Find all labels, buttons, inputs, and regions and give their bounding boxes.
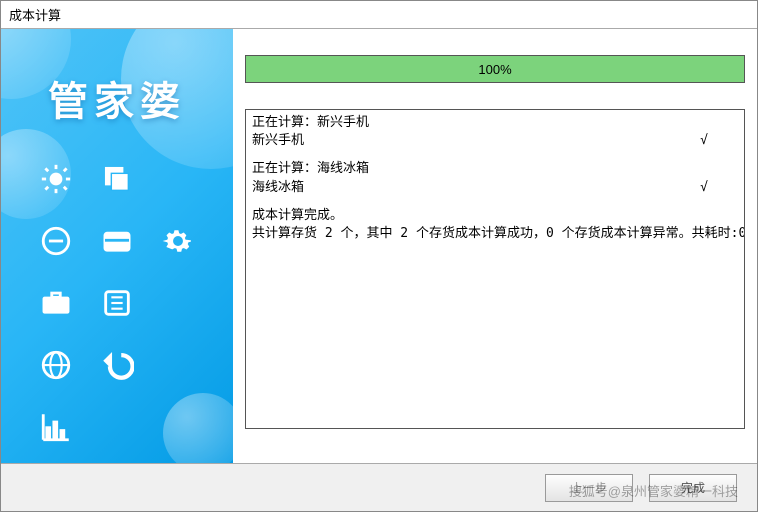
- window-title: 成本计算: [1, 1, 757, 28]
- log-line: 正在计算：海线冰箱: [252, 160, 738, 178]
- minus-icon: [36, 221, 76, 261]
- log-line: 正在计算：新兴手机: [252, 114, 738, 132]
- blank5-icon: [158, 407, 198, 447]
- log-text: 新兴手机: [252, 132, 304, 150]
- stack-icon: [97, 159, 137, 199]
- blank2-icon: [158, 283, 198, 323]
- blank4-icon: [97, 407, 137, 447]
- sidebar: 管家婆: [1, 29, 233, 463]
- sidebar-icon-grid: [31, 159, 203, 463]
- cost-calc-window: 成本计算 管家婆: [0, 0, 758, 512]
- log-text: 正在计算：新兴手机: [252, 114, 369, 132]
- log-line: 成本计算完成。: [252, 207, 738, 225]
- barchart-icon: [36, 407, 76, 447]
- progress-label: 100%: [246, 56, 744, 82]
- progress-bar-container: 100%: [245, 55, 745, 83]
- done-button[interactable]: 完成: [649, 474, 737, 502]
- log-text: 成本计算完成。: [252, 207, 343, 225]
- window-body: 管家婆: [1, 28, 757, 463]
- app-name: 管家婆: [1, 69, 233, 127]
- check-icon: √: [700, 179, 738, 197]
- log-text: 海线冰箱: [252, 179, 304, 197]
- main-panel: 100% 正在计算：新兴手机新兴手机 √ 正在计算：海线冰箱海线冰箱 √ 成本计算完成。…: [233, 29, 757, 463]
- book-icon: [97, 283, 137, 323]
- prev-button[interactable]: 上一步: [545, 474, 633, 502]
- log-output: 正在计算：新兴手机新兴手机 √ 正在计算：海线冰箱海线冰箱 √ 成本计算完成。共计算存货…: [245, 109, 745, 429]
- log-line: 海线冰箱 √: [252, 179, 738, 197]
- globe-icon: [36, 345, 76, 385]
- log-text: 正在计算：海线冰箱: [252, 160, 369, 178]
- blank-icon: [158, 159, 198, 199]
- log-line: 共计算存货 2 个，其中 2 个存货成本计算成功，0 个存货成本计算异常。共耗时…: [252, 225, 738, 243]
- check-icon: √: [700, 132, 738, 150]
- sun-icon: [36, 159, 76, 199]
- briefcase-icon: [36, 283, 76, 323]
- footer-bar: 上一步 完成: [1, 463, 757, 511]
- log-line: 新兴手机 √: [252, 132, 738, 150]
- log-text: 共计算存货 2 个，其中 2 个存货成本计算成功，0 个存货成本计算异常。共耗时…: [252, 225, 745, 243]
- undo-icon: [97, 345, 137, 385]
- blank3-icon: [158, 345, 198, 385]
- wallet-icon: [97, 221, 137, 261]
- gear-icon: [158, 221, 198, 261]
